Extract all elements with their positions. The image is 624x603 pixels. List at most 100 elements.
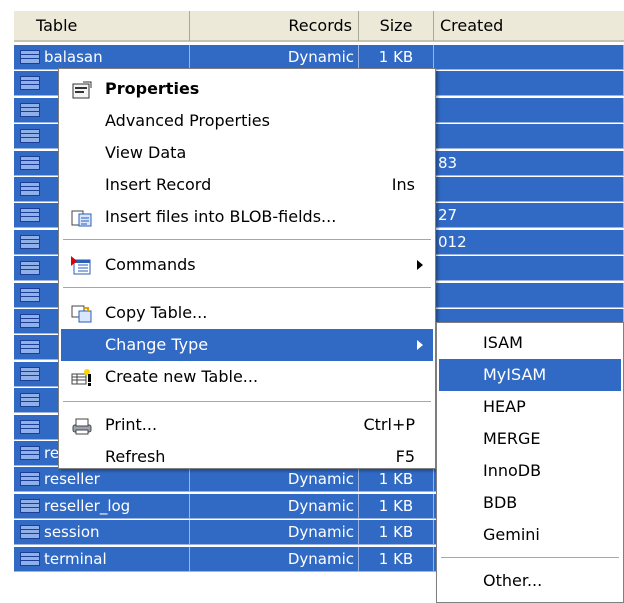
menu-item-change-type[interactable]: Change Type — [61, 329, 433, 361]
menu-item-label: Refresh — [105, 447, 166, 466]
menu-item-create-new-table[interactable]: Create new Table... — [61, 361, 433, 393]
menu-item-properties[interactable]: Properties — [61, 73, 433, 105]
created-cell — [434, 282, 624, 308]
column-header-size[interactable]: Size — [359, 11, 434, 41]
submenu-item-label: MERGE — [483, 429, 541, 448]
menu-item-label: Insert files into BLOB-fields... — [105, 207, 337, 226]
change-type-submenu: ISAM MyISAM HEAP MERGE InnoDB BDB Gemini Other.… — [436, 322, 624, 603]
menu-item-insert-files-into-blob-fields[interactable]: Insert files into BLOB-fields... — [61, 201, 433, 233]
menu-item-label: View Data — [105, 143, 187, 162]
column-header-created[interactable]: Created — [434, 11, 624, 41]
created-cell — [434, 97, 624, 123]
table-icon — [20, 208, 40, 223]
column-header-records[interactable]: Records — [190, 11, 359, 41]
table-icon — [20, 366, 40, 381]
table-icon — [20, 50, 40, 64]
menu-item-advanced-properties[interactable]: Advanced Properties — [61, 105, 433, 137]
table-name-cell: session — [14, 520, 190, 546]
submenu-item-label: Other... — [483, 571, 543, 590]
table-icon — [20, 525, 40, 540]
table-icon — [20, 498, 40, 513]
created-cell — [434, 124, 624, 150]
menu-item-print[interactable]: Print... Ctrl+P — [61, 409, 433, 441]
size-cell: 1 KB — [359, 493, 434, 519]
menu-item-label: Print... — [105, 415, 158, 434]
menu-item-label: Commands — [105, 255, 196, 274]
submenu-item-innodb[interactable]: InnoDB — [439, 455, 621, 487]
submenu-item-myisam[interactable]: MyISAM — [439, 359, 621, 391]
created-cell: 012 — [434, 229, 624, 255]
menu-separator — [441, 557, 619, 558]
size-cell: 1 KB — [359, 546, 434, 572]
submenu-item-label: ISAM — [483, 333, 523, 352]
menu-item-shortcut: F5 — [395, 447, 415, 466]
insert-files-icon — [71, 207, 93, 227]
menu-item-label: Create new Table... — [105, 367, 259, 386]
menu-item-refresh[interactable]: Refresh F5 — [61, 441, 433, 473]
submenu-item-other[interactable]: Other... — [439, 565, 621, 597]
table-name-cell: reseller_log — [14, 493, 190, 519]
size-cell: 1 KB — [359, 520, 434, 546]
table-icon — [20, 234, 40, 249]
print-icon — [71, 415, 93, 435]
menu-item-view-data[interactable]: View Data — [61, 137, 433, 169]
submenu-item-merge[interactable]: MERGE — [439, 423, 621, 455]
created-cell — [434, 256, 624, 282]
created-cell — [434, 71, 624, 97]
table-icon — [20, 155, 40, 170]
records-cell: Dynamic — [190, 45, 359, 70]
submenu-item-bdb[interactable]: BDB — [439, 487, 621, 519]
created-cell: 27 — [434, 203, 624, 229]
menu-item-shortcut: Ins — [391, 175, 415, 194]
table-icon — [20, 446, 40, 460]
menu-item-commands[interactable]: Commands — [61, 249, 433, 281]
table-icon — [20, 102, 40, 117]
menu-item-label: Copy Table... — [105, 303, 208, 322]
table-icon — [20, 76, 40, 91]
created-cell — [434, 177, 624, 202]
menu-item-copy-table[interactable]: Copy Table... — [61, 297, 433, 329]
context-menu: Properties Advanced Properties View Data In… — [58, 68, 436, 469]
created-cell: 83 — [434, 150, 624, 176]
submenu-item-label: BDB — [483, 493, 518, 512]
submenu-item-isam[interactable]: ISAM — [439, 327, 621, 359]
menu-separator — [63, 401, 431, 402]
submenu-item-label: InnoDB — [483, 461, 542, 480]
column-header-table[interactable]: Table — [14, 11, 190, 41]
commands-icon — [71, 255, 93, 275]
table-icon — [20, 340, 40, 355]
create-table-icon — [71, 367, 93, 387]
properties-icon — [71, 79, 93, 99]
table-icon — [20, 261, 40, 276]
records-cell: Dynamic — [190, 520, 359, 546]
menu-item-shortcut: Ctrl+P — [363, 415, 415, 434]
table-icon — [20, 419, 40, 434]
menu-item-label: Insert Record — [105, 175, 212, 194]
table-icon — [20, 314, 40, 328]
submenu-arrow-icon — [417, 260, 423, 270]
table-icon — [20, 393, 40, 408]
table-icon — [20, 182, 40, 196]
table-icon — [20, 551, 40, 566]
submenu-arrow-icon — [417, 340, 423, 350]
submenu-item-label: MyISAM — [483, 365, 547, 384]
size-cell: 1 KB — [359, 45, 434, 70]
created-cell — [434, 45, 624, 70]
records-cell: Dynamic — [190, 493, 359, 519]
table-icon — [20, 287, 40, 302]
table-icon — [20, 472, 40, 487]
table-name-cell: balasan — [14, 45, 190, 70]
table-name-cell: terminal — [14, 546, 190, 572]
menu-separator — [63, 287, 431, 288]
menu-item-label: Advanced Properties — [105, 111, 270, 130]
menu-separator — [63, 239, 431, 240]
submenu-item-gemini[interactable]: Gemini — [439, 519, 621, 551]
submenu-item-label: HEAP — [483, 397, 526, 416]
submenu-item-heap[interactable]: HEAP — [439, 391, 621, 423]
menu-item-insert-record[interactable]: Insert Record Ins — [61, 169, 433, 201]
menu-item-label: Change Type — [105, 335, 209, 354]
grid-header: Table Records Size Created — [14, 10, 624, 42]
menu-item-label: Properties — [105, 79, 200, 98]
table-icon — [20, 129, 40, 144]
records-cell: Dynamic — [190, 546, 359, 572]
